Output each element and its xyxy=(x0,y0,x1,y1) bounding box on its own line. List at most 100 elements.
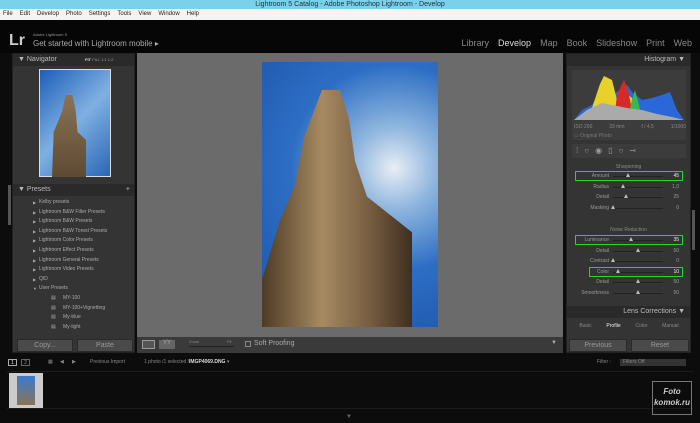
navigator-header[interactable]: ▼ Navigator FIT FILL 1:1 1:2 xyxy=(13,54,134,66)
add-preset-button[interactable]: + xyxy=(126,184,130,196)
slider-knob[interactable] xyxy=(636,247,640,252)
reset-button[interactable]: Reset xyxy=(631,339,689,352)
slider-luminance[interactable]: Luminance 35 xyxy=(567,235,691,245)
slider-value[interactable]: 50 xyxy=(673,248,679,254)
image-canvas[interactable] xyxy=(137,53,563,337)
tab-profile[interactable]: Profile xyxy=(606,320,620,332)
module-library[interactable]: Library xyxy=(462,38,490,48)
radial-filter-icon[interactable]: ○ xyxy=(618,146,629,155)
left-scrollbar[interactable] xyxy=(8,185,11,225)
slider-value[interactable]: 50 xyxy=(673,279,679,285)
slider-amount[interactable]: Amount 45 xyxy=(567,171,691,181)
user-preset[interactable]: My-blue xyxy=(13,313,134,323)
slider-track[interactable] xyxy=(613,197,663,198)
slider-track[interactable] xyxy=(613,261,663,262)
forward-arrow-icon[interactable]: ▶ xyxy=(72,356,76,369)
before-after-button[interactable]: YY xyxy=(159,340,175,349)
slider-detail[interactable]: Detail 25 xyxy=(567,192,691,202)
nav-fill[interactable]: FILL xyxy=(92,57,100,62)
slider-value[interactable]: 1,0 xyxy=(672,184,679,190)
navigator-preview[interactable] xyxy=(39,69,111,177)
paste-button[interactable]: Paste xyxy=(77,339,133,352)
graduated-filter-icon[interactable]: ▯ xyxy=(608,146,618,155)
nav-1-2[interactable]: 1:2 xyxy=(108,57,114,62)
module-develop[interactable]: Develop xyxy=(498,38,531,48)
red-eye-icon[interactable]: ◉ xyxy=(595,146,608,155)
user-preset[interactable]: My-light xyxy=(13,323,134,333)
spot-removal-icon[interactable]: ○ xyxy=(584,146,595,155)
slider-value[interactable]: 0 xyxy=(676,205,679,211)
slider-knob[interactable] xyxy=(623,194,628,198)
tab-manual[interactable]: Manual xyxy=(662,320,678,332)
copy-button[interactable]: Copy... xyxy=(17,339,73,352)
preset-folder[interactable]: Kelby presets xyxy=(13,198,134,208)
menu-edit[interactable]: Edit xyxy=(20,11,30,17)
preset-folder[interactable]: Lightroom B&W Toned Presets xyxy=(13,227,134,237)
preset-folder[interactable]: QID xyxy=(13,275,134,285)
preset-folder[interactable]: Lightroom B&W Presets xyxy=(13,217,134,227)
slider-contrast[interactable]: Contrast 0 xyxy=(567,256,691,266)
menu-help[interactable]: Help xyxy=(187,11,199,17)
zoom-slider[interactable] xyxy=(189,346,234,347)
menu-tools[interactable]: Tools xyxy=(117,11,131,17)
filmstrip-toggle-icon[interactable]: ▼ xyxy=(346,414,352,420)
loupe-view-button[interactable] xyxy=(142,340,155,349)
page-1-button[interactable]: 1 xyxy=(8,359,17,366)
module-web[interactable]: Web xyxy=(674,38,692,48)
previous-button[interactable]: Previous xyxy=(569,339,627,352)
right-scrollbar[interactable] xyxy=(692,210,695,250)
slider-value[interactable]: 0 xyxy=(676,258,679,264)
menu-file[interactable]: File xyxy=(3,11,13,17)
soft-proofing-checkbox[interactable] xyxy=(245,341,251,347)
menu-photo[interactable]: Photo xyxy=(66,11,82,17)
module-print[interactable]: Print xyxy=(646,38,665,48)
menu-window[interactable]: Window xyxy=(158,11,179,17)
slider-knob[interactable] xyxy=(611,258,615,262)
nav-fit[interactable]: FIT xyxy=(85,57,91,62)
back-arrow-icon[interactable]: ◀ xyxy=(60,356,64,369)
slider-knob[interactable] xyxy=(611,204,615,209)
crop-tool-icon[interactable]: ⁞ xyxy=(576,146,584,155)
slider-smoothness[interactable]: Smoothness 50 xyxy=(567,288,691,298)
histogram-header[interactable]: Histogram ▼ xyxy=(567,54,690,66)
filmstrip-thumbnail[interactable] xyxy=(9,373,43,408)
module-map[interactable]: Map xyxy=(540,38,558,48)
page-2-button[interactable]: 2 xyxy=(21,359,30,366)
slider-radius[interactable]: Radius 1,0 xyxy=(567,182,691,192)
slider-value[interactable]: 25 xyxy=(673,194,679,200)
presets-header[interactable]: ▼ Presets + xyxy=(13,184,134,196)
grid-icon[interactable]: ▦ xyxy=(48,356,53,369)
user-preset[interactable]: MY-100 xyxy=(13,294,134,304)
menu-develop[interactable]: Develop xyxy=(37,11,59,17)
tab-color[interactable]: Color xyxy=(635,320,647,332)
preset-folder[interactable]: User Presets xyxy=(13,284,134,294)
slider-knob[interactable] xyxy=(621,183,625,188)
preset-folder[interactable]: Lightroom General Presets xyxy=(13,256,134,266)
module-book[interactable]: Book xyxy=(567,38,588,48)
original-photo-checkbox[interactable]: ▭ Original Photo xyxy=(574,133,612,139)
toolbar-menu-icon[interactable]: ▼ xyxy=(551,340,557,346)
lens-corrections-header[interactable]: Lens Corrections ▼ xyxy=(567,306,690,318)
nav-1-1[interactable]: 1:1 xyxy=(101,57,107,62)
slider-track[interactable] xyxy=(613,207,663,209)
slider-knob[interactable] xyxy=(636,279,640,283)
menu-settings[interactable]: Settings xyxy=(89,11,111,17)
slider-detail[interactable]: Detail 50 xyxy=(567,277,691,287)
slider-knob[interactable] xyxy=(636,289,640,294)
source-label[interactable]: Previous Import xyxy=(90,356,125,369)
slider-color[interactable]: Color 10 xyxy=(567,266,691,277)
preset-folder[interactable]: Lightroom Color Presets xyxy=(13,236,134,246)
mobile-link[interactable]: Get started with Lightroom mobile ▸ xyxy=(33,39,159,48)
filter-dropdown[interactable]: Filters Off xyxy=(620,359,686,366)
adjustment-brush-icon[interactable]: ⊸ xyxy=(629,146,642,155)
user-preset[interactable]: MY-100+Vignetting xyxy=(13,304,134,314)
slider-value[interactable]: 50 xyxy=(673,290,679,296)
filename[interactable]: IMGP4069.DNG xyxy=(189,359,225,365)
preset-folder[interactable]: Lightroom Effect Presets xyxy=(13,246,134,256)
module-slideshow[interactable]: Slideshow xyxy=(596,38,637,48)
preset-folder[interactable]: Lightroom B&W Filter Presets xyxy=(13,208,134,218)
menu-view[interactable]: View xyxy=(138,11,151,17)
tab-basic[interactable]: Basic xyxy=(579,320,591,332)
slider-masking[interactable]: Masking 0 xyxy=(567,203,691,213)
slider-detail[interactable]: Detail 50 xyxy=(567,246,691,256)
